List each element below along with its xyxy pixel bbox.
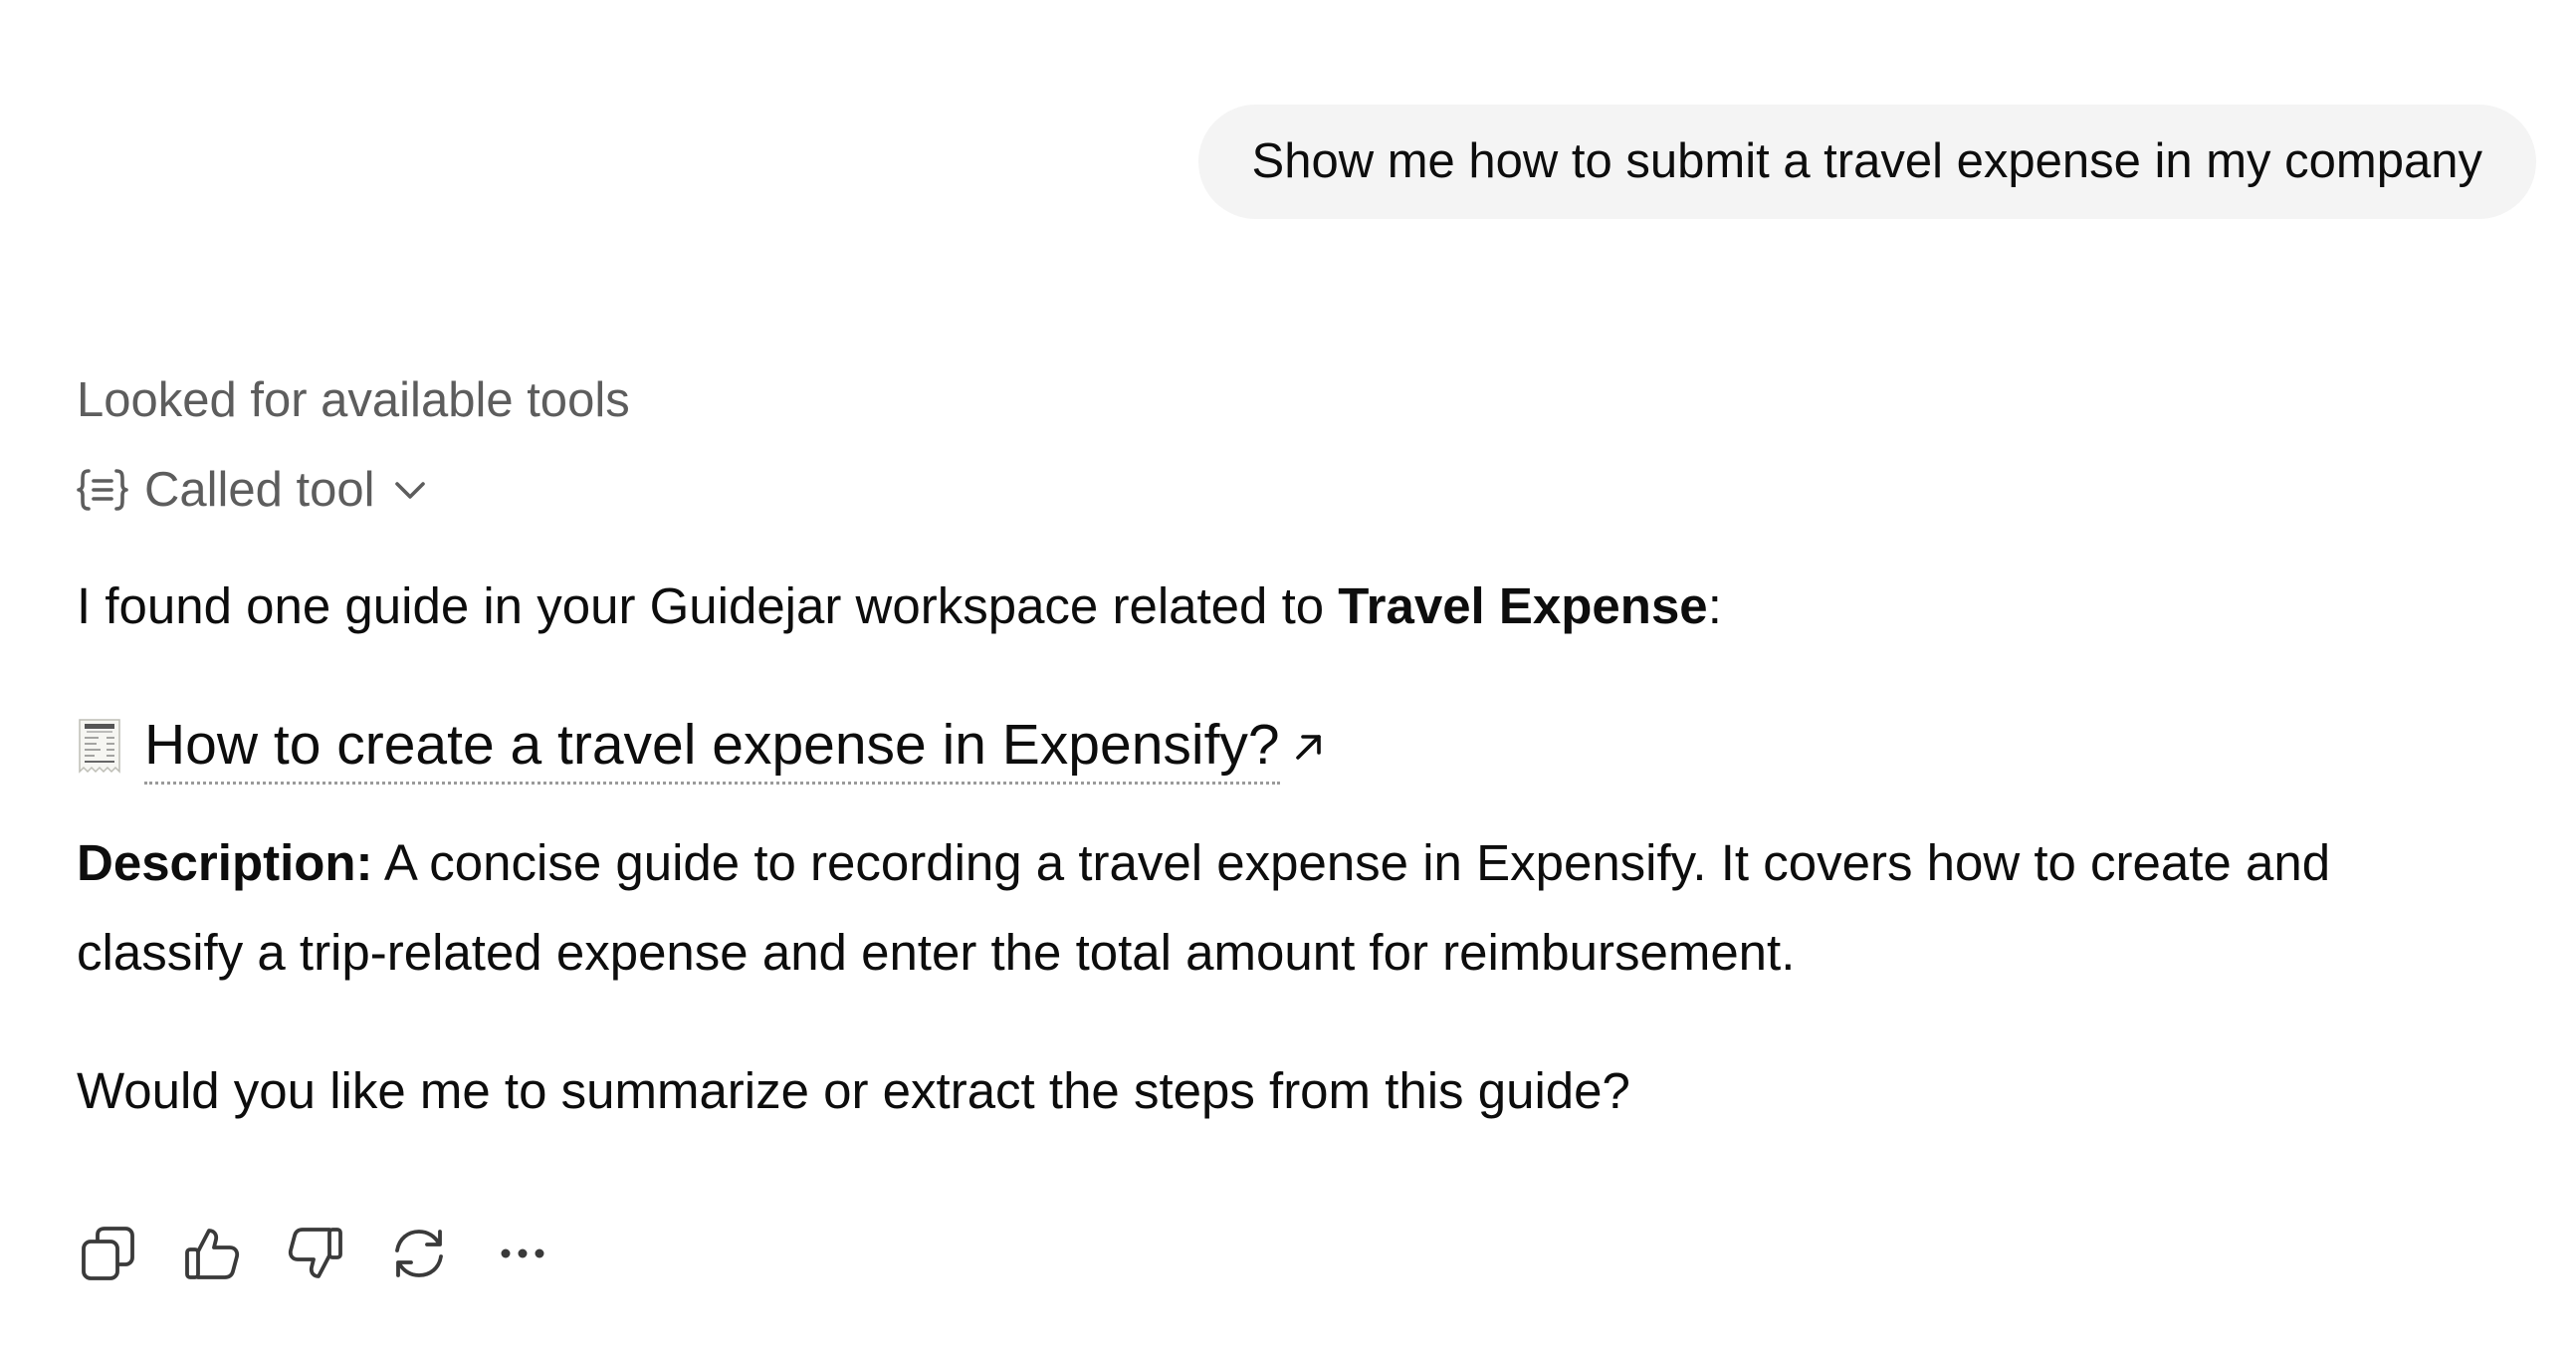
thumbs-up-icon [183, 1225, 241, 1282]
intro-paragraph: I found one guide in your Guidejar works… [77, 562, 1722, 651]
guide-link[interactable]: How to create a travel expense in Expens… [144, 710, 1280, 785]
chevron-down-icon [391, 471, 429, 509]
thumbs-down-button[interactable] [284, 1222, 347, 1285]
regenerate-button[interactable] [387, 1222, 451, 1285]
called-tool-label: Called tool [144, 463, 375, 517]
copy-icon [80, 1225, 137, 1282]
regenerate-icon [390, 1225, 448, 1282]
thumbs-up-button[interactable] [180, 1222, 244, 1285]
thumbs-down-icon [287, 1225, 344, 1282]
intro-emphasis: Travel Expense [1338, 577, 1708, 634]
guide-description: Description: A concise guide to recordin… [77, 818, 2505, 998]
braces-list-icon [77, 466, 128, 514]
description-label: Description: [77, 834, 373, 891]
followup-question: Would you like me to summarize or extrac… [77, 1062, 1630, 1119]
copy-button[interactable] [77, 1222, 140, 1285]
guide-entry: How to create a travel expense in Expens… [77, 702, 1326, 792]
chat-page: Show me how to submit a travel expense i… [0, 0, 2576, 1358]
user-message-bubble: Show me how to submit a travel expense i… [1197, 105, 2536, 219]
intro-suffix: : [1707, 577, 1722, 634]
message-actions [77, 1221, 554, 1286]
more-options-button[interactable] [491, 1222, 554, 1285]
more-icon [494, 1225, 551, 1282]
intro-prefix: I found one guide in your Guidejar works… [77, 577, 1339, 634]
external-arrow-icon[interactable] [1280, 730, 1326, 764]
receipt-icon [77, 718, 144, 776]
description-text: A concise guide to recording a travel ex… [77, 834, 2331, 981]
user-message-text: Show me how to submit a travel expense i… [1251, 134, 2482, 188]
called-tool-toggle[interactable]: Called tool [77, 460, 429, 520]
tool-search-status: Looked for available tools [77, 373, 630, 427]
